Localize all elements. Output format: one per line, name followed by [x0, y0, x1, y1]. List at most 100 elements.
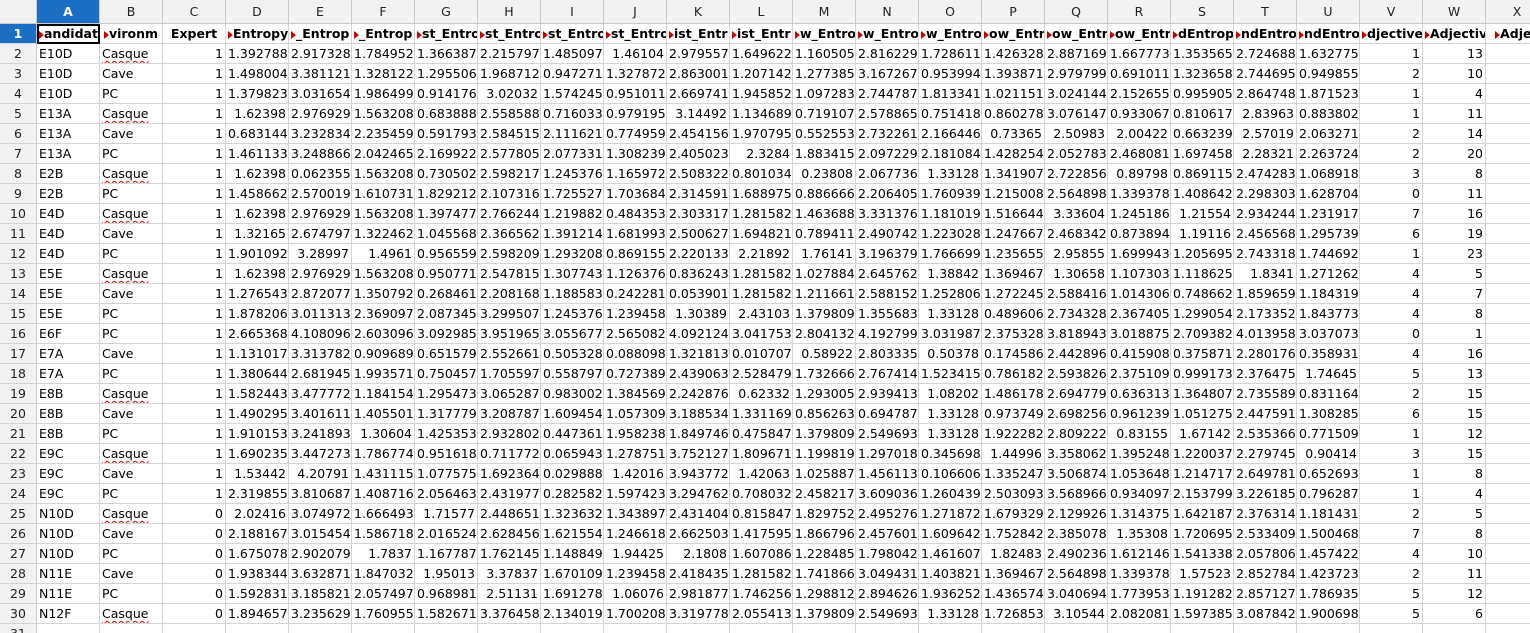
cell-m20[interactable]: 0.856263: [793, 404, 856, 424]
cell-o15[interactable]: 1.33128: [919, 304, 982, 324]
cell-n13[interactable]: 2.645762: [856, 264, 919, 284]
cell-j12[interactable]: 0.869155: [604, 244, 667, 264]
cell-x10[interactable]: [1486, 204, 1530, 224]
cell-x27[interactable]: [1486, 544, 1530, 564]
cell-g20[interactable]: 1.317779: [415, 404, 478, 424]
cell-r10[interactable]: 1.245186: [1108, 204, 1171, 224]
cell-p31[interactable]: [982, 624, 1045, 633]
cell-f19[interactable]: 1.184154: [352, 384, 415, 404]
cell-q3[interactable]: 2.979799: [1045, 64, 1108, 84]
cell-l30[interactable]: 2.055413: [730, 604, 793, 624]
cell-u15[interactable]: 1.843773: [1297, 304, 1360, 324]
row-header-5[interactable]: 5: [0, 104, 37, 124]
cell-q28[interactable]: 2.564898: [1045, 564, 1108, 584]
cell-r31[interactable]: [1108, 624, 1171, 633]
cell-k28[interactable]: 2.418435: [667, 564, 730, 584]
cell-u4[interactable]: 1.871523: [1297, 84, 1360, 104]
row-header-24[interactable]: 24: [0, 484, 37, 504]
cell-k10[interactable]: 2.303317: [667, 204, 730, 224]
cell-i11[interactable]: 1.391214: [541, 224, 604, 244]
cell-f7[interactable]: 2.042465: [352, 144, 415, 164]
cell-l28[interactable]: 1.281582: [730, 564, 793, 584]
cell-f25[interactable]: 1.666493: [352, 504, 415, 524]
cell-b22[interactable]: Casque: [100, 444, 163, 464]
cell-f10[interactable]: 1.563208: [352, 204, 415, 224]
cell-i5[interactable]: 0.716033: [541, 104, 604, 124]
cell-s20[interactable]: 1.051275: [1171, 404, 1234, 424]
cell-w29[interactable]: 12: [1423, 584, 1486, 604]
cell-r19[interactable]: 0.636313: [1108, 384, 1171, 404]
cell-m1[interactable]: w_Entro: [793, 24, 856, 44]
cell-p30[interactable]: 1.726853: [982, 604, 1045, 624]
cell-a27[interactable]: N10D: [37, 544, 100, 564]
cell-c8[interactable]: 1: [163, 164, 226, 184]
cell-l19[interactable]: 0.62332: [730, 384, 793, 404]
cell-b4[interactable]: PC: [100, 84, 163, 104]
cell-v1[interactable]: djective: [1360, 24, 1423, 44]
cell-l12[interactable]: 2.21892: [730, 244, 793, 264]
cell-i1[interactable]: st_Entro: [541, 24, 604, 44]
cell-g19[interactable]: 1.295473: [415, 384, 478, 404]
cell-g24[interactable]: 2.056463: [415, 484, 478, 504]
cell-k16[interactable]: 4.092124: [667, 324, 730, 344]
cell-n10[interactable]: 3.331376: [856, 204, 919, 224]
cell-w17[interactable]: 16: [1423, 344, 1486, 364]
cell-i21[interactable]: 0.447361: [541, 424, 604, 444]
cell-v14[interactable]: 4: [1360, 284, 1423, 304]
cell-h7[interactable]: 2.577805: [478, 144, 541, 164]
cell-t27[interactable]: 2.057806: [1234, 544, 1297, 564]
cell-u9[interactable]: 1.628704: [1297, 184, 1360, 204]
cell-i12[interactable]: 1.293208: [541, 244, 604, 264]
cell-p16[interactable]: 2.375328: [982, 324, 1045, 344]
cell-n30[interactable]: 2.549693: [856, 604, 919, 624]
cell-b8[interactable]: Casque: [100, 164, 163, 184]
cell-t21[interactable]: 2.535366: [1234, 424, 1297, 444]
cell-u3[interactable]: 0.949855: [1297, 64, 1360, 84]
cell-u8[interactable]: 1.068918: [1297, 164, 1360, 184]
cell-h5[interactable]: 2.558588: [478, 104, 541, 124]
cell-s28[interactable]: 1.57523: [1171, 564, 1234, 584]
cell-o9[interactable]: 1.760939: [919, 184, 982, 204]
cell-n29[interactable]: 2.894626: [856, 584, 919, 604]
cell-b20[interactable]: Cave: [100, 404, 163, 424]
cell-n15[interactable]: 1.355683: [856, 304, 919, 324]
cell-r15[interactable]: 2.367405: [1108, 304, 1171, 324]
cell-v8[interactable]: 3: [1360, 164, 1423, 184]
cell-w1[interactable]: Adjectiv: [1423, 24, 1486, 44]
cell-w16[interactable]: 1: [1423, 324, 1486, 344]
cell-d5[interactable]: 1.62398: [226, 104, 289, 124]
cell-k5[interactable]: 3.14492: [667, 104, 730, 124]
cell-l25[interactable]: 0.815847: [730, 504, 793, 524]
cell-q26[interactable]: 2.385078: [1045, 524, 1108, 544]
cell-e13[interactable]: 2.976929: [289, 264, 352, 284]
column-header-b[interactable]: B: [100, 0, 163, 24]
cell-j9[interactable]: 1.703684: [604, 184, 667, 204]
cell-q27[interactable]: 2.490236: [1045, 544, 1108, 564]
cell-t18[interactable]: 2.376475: [1234, 364, 1297, 384]
cell-v10[interactable]: 7: [1360, 204, 1423, 224]
cell-j6[interactable]: 0.774959: [604, 124, 667, 144]
cell-s14[interactable]: 0.748662: [1171, 284, 1234, 304]
cell-f6[interactable]: 2.235459: [352, 124, 415, 144]
cell-m8[interactable]: 0.23808: [793, 164, 856, 184]
cell-a21[interactable]: E8B: [37, 424, 100, 444]
cell-a9[interactable]: E2B: [37, 184, 100, 204]
cell-d15[interactable]: 1.878206: [226, 304, 289, 324]
cell-e25[interactable]: 3.074972: [289, 504, 352, 524]
cell-v28[interactable]: 2: [1360, 564, 1423, 584]
cell-n5[interactable]: 2.578865: [856, 104, 919, 124]
cell-q23[interactable]: 3.506874: [1045, 464, 1108, 484]
cell-s31[interactable]: [1171, 624, 1234, 633]
cell-t7[interactable]: 2.28321: [1234, 144, 1297, 164]
cell-j4[interactable]: 0.951011: [604, 84, 667, 104]
cell-q19[interactable]: 2.694779: [1045, 384, 1108, 404]
cell-h25[interactable]: 2.448651: [478, 504, 541, 524]
cell-e15[interactable]: 3.011313: [289, 304, 352, 324]
cell-c23[interactable]: 1: [163, 464, 226, 484]
cell-q9[interactable]: 2.564898: [1045, 184, 1108, 204]
cell-r11[interactable]: 0.873894: [1108, 224, 1171, 244]
cell-e29[interactable]: 3.185821: [289, 584, 352, 604]
cell-l17[interactable]: 0.010707: [730, 344, 793, 364]
cell-w7[interactable]: 20: [1423, 144, 1486, 164]
cell-f3[interactable]: 1.328122: [352, 64, 415, 84]
